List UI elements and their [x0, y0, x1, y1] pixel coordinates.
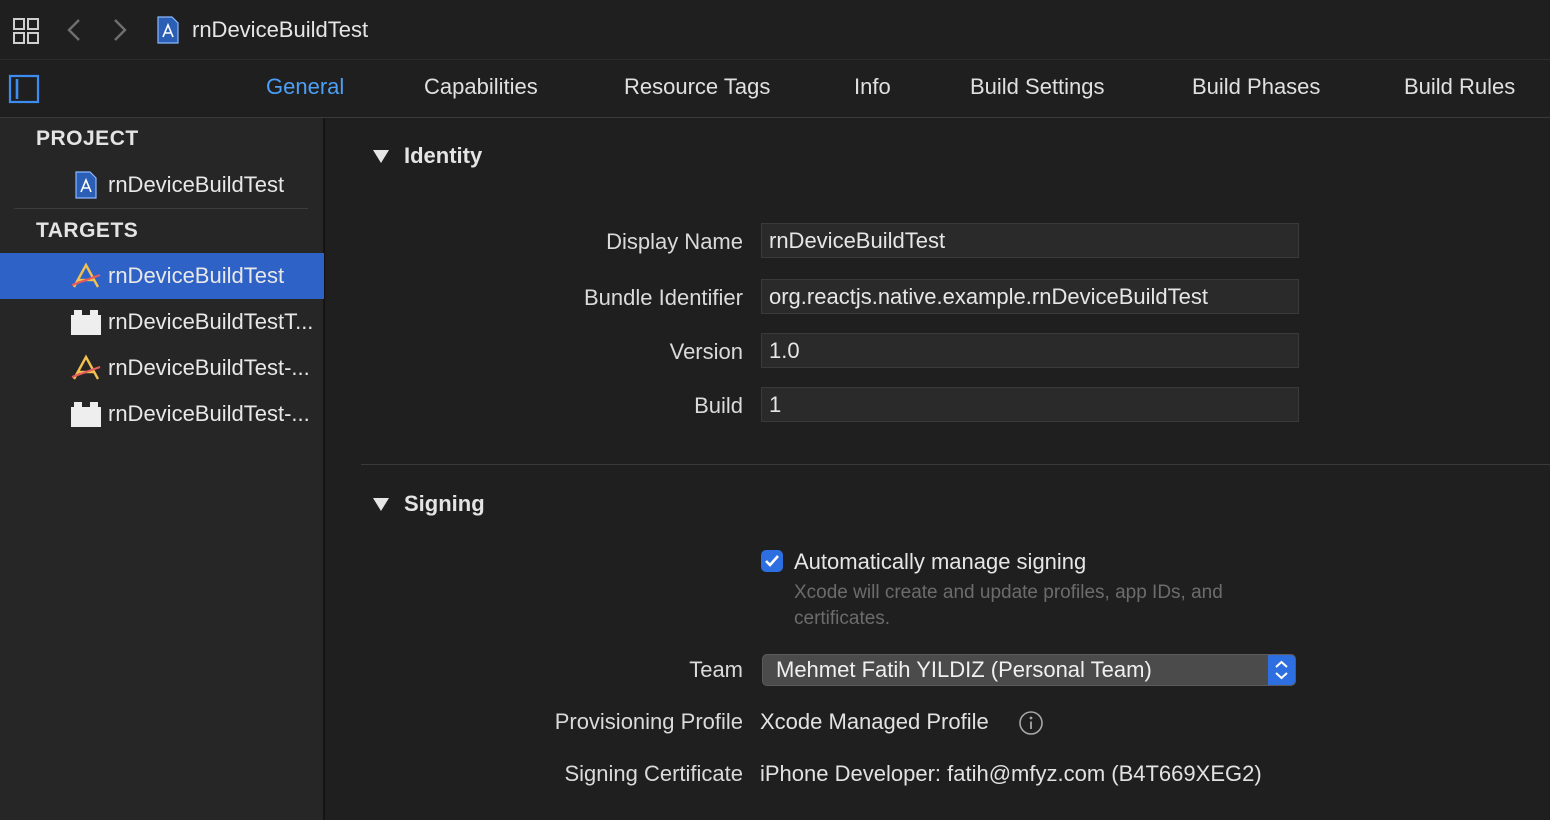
team-selected-value: Mehmet Fatih YILDIZ (Personal Team) [776, 657, 1152, 682]
app-target-icon [71, 262, 101, 288]
tab-build-phases[interactable]: Build Phases [1192, 74, 1320, 100]
sidebar-item-label: rnDeviceBuildTest [108, 172, 285, 197]
sidebar-item-label: rnDeviceBuildTest [108, 263, 285, 288]
tab-resource-tags[interactable]: Resource Tags [624, 74, 770, 100]
app-target-icon [71, 354, 101, 380]
disclosure-triangle-icon[interactable] [371, 495, 391, 515]
disclosure-triangle-icon[interactable] [371, 147, 391, 167]
display-name-label: Display Name [606, 229, 743, 254]
tab-info[interactable]: Info [854, 74, 891, 100]
signing-certificate-value: iPhone Developer: fatih@mfyz.com (B4T669… [760, 761, 1262, 786]
sidebar-toggle-icon[interactable] [8, 74, 40, 104]
identity-section-title: Identity [404, 143, 483, 168]
editor-tab-bar: General Capabilities Resource Tags Info … [0, 60, 1550, 118]
tab-build-rules[interactable]: Build Rules [1404, 74, 1515, 100]
build-field[interactable] [761, 387, 1299, 422]
team-label: Team [689, 657, 743, 682]
provisioning-profile-value: Xcode Managed Profile [760, 709, 989, 734]
tab-general[interactable]: General [266, 74, 344, 100]
sidebar-item-target[interactable]: rnDeviceBuildTest [0, 253, 324, 299]
tab-build-settings[interactable]: Build Settings [970, 74, 1105, 100]
project-navigator-sidebar: PROJECT rnDeviceBuildTest TARGETS rnDevi… [0, 118, 325, 820]
display-name-field[interactable] [761, 223, 1299, 258]
sidebar-item-target[interactable]: rnDeviceBuildTestT... [0, 299, 324, 345]
build-label: Build [694, 393, 743, 418]
info-icon[interactable] [1018, 710, 1044, 736]
popup-stepper-icon [1268, 655, 1295, 685]
checkmark-icon [765, 555, 779, 567]
provisioning-profile-label: Provisioning Profile [554, 709, 743, 734]
auto-signing-checkbox[interactable] [761, 550, 783, 572]
bundle-identifier-field[interactable] [761, 279, 1299, 314]
version-label: Version [669, 339, 743, 364]
bundle-identifier-label: Bundle Identifier [584, 285, 743, 310]
project-file-icon [75, 171, 97, 199]
project-section-header: PROJECT [36, 127, 139, 150]
test-bundle-icon [71, 402, 101, 427]
sidebar-item-label: rnDeviceBuildTest-... [108, 401, 310, 426]
version-field[interactable] [761, 333, 1299, 368]
auto-signing-label: Automatically manage signing [794, 549, 1087, 574]
project-file-icon [157, 16, 179, 44]
window-toolbar: rnDeviceBuildTest [0, 0, 1550, 60]
sidebar-item-label: rnDeviceBuildTestT... [108, 309, 314, 334]
section-divider [361, 464, 1550, 465]
sidebar-item-target[interactable]: rnDeviceBuildTest-... [0, 391, 324, 437]
sidebar-divider [14, 208, 308, 209]
signing-certificate-label: Signing Certificate [564, 761, 743, 786]
tab-capabilities[interactable]: Capabilities [424, 74, 538, 100]
back-chevron-icon[interactable] [64, 16, 84, 44]
auto-signing-help-text: Xcode will create and update profiles, a… [794, 582, 1223, 629]
signing-section-title: Signing [404, 491, 485, 516]
sidebar-item-label: rnDeviceBuildTest-... [108, 355, 310, 380]
sidebar-item-target[interactable]: rnDeviceBuildTest-... [0, 345, 324, 391]
breadcrumb-title[interactable]: rnDeviceBuildTest [192, 17, 368, 43]
general-settings-panel: Identity Display Name Bundle Identifier … [327, 118, 1550, 820]
team-popup-button[interactable]: Mehmet Fatih YILDIZ (Personal Team) [762, 654, 1296, 686]
forward-chevron-icon[interactable] [110, 16, 130, 44]
targets-section-header: TARGETS [36, 219, 139, 242]
sidebar-item-project[interactable]: rnDeviceBuildTest [0, 162, 324, 208]
related-items-grid-icon[interactable] [12, 17, 40, 45]
test-bundle-icon [71, 310, 101, 335]
